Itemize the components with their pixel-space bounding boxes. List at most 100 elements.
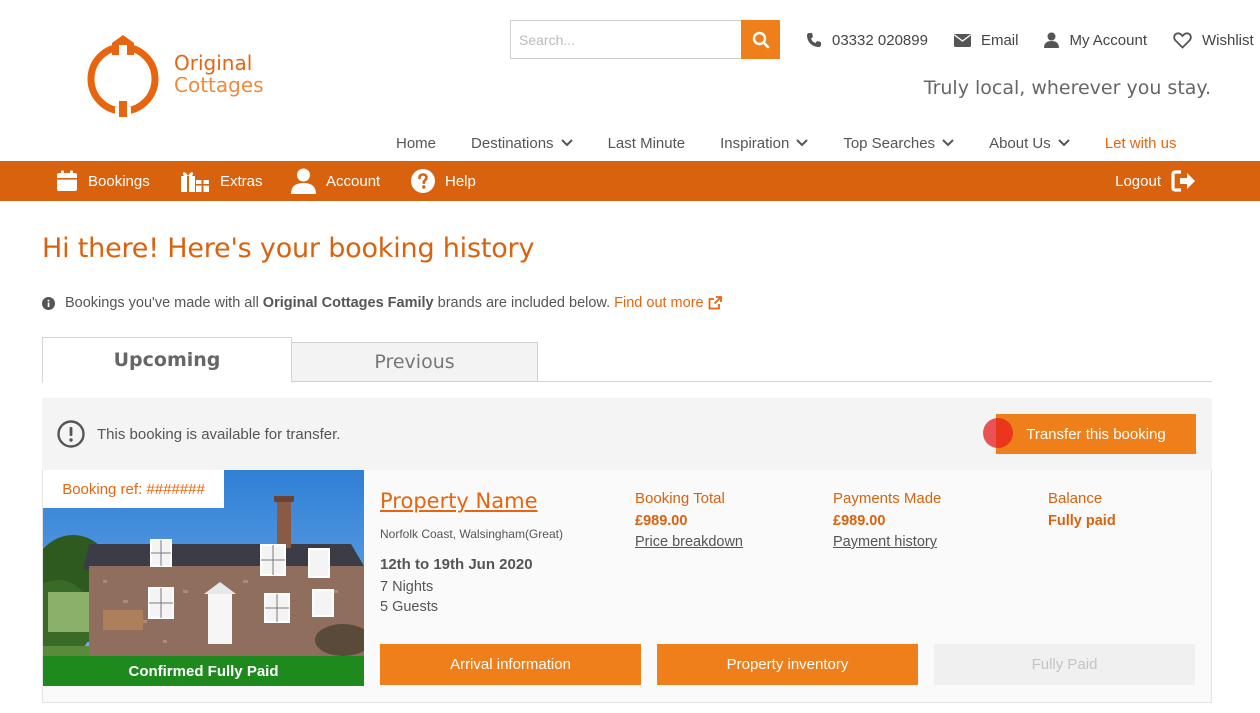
info-icon: [42, 296, 55, 310]
extras-label: Extras: [220, 172, 263, 190]
booking-status-badge: Confirmed Fully Paid: [43, 656, 364, 686]
main-nav: Home Destinations Last Minute Inspiratio…: [396, 132, 1176, 154]
tab-previous-label: Previous: [374, 351, 455, 373]
my-account-link[interactable]: My Account: [1044, 32, 1147, 49]
booking-dates: 12th to 19th Jun 2020: [380, 556, 533, 573]
brand-name-line2: Cottages: [174, 73, 264, 97]
cursor-click-marker: [983, 418, 1013, 448]
price-breakdown-link[interactable]: Price breakdown: [635, 534, 743, 550]
notice-prefix: Bookings you've made with all: [65, 295, 259, 311]
fully-paid-label: Fully Paid: [1031, 656, 1098, 673]
logout-link[interactable]: Logout: [1115, 161, 1196, 201]
payments-made-value: £989.00: [833, 513, 886, 529]
user-icon: [291, 168, 316, 194]
bookings-label: Bookings: [88, 172, 150, 190]
external-link-icon: [708, 296, 722, 310]
find-out-more-label: Find out more: [614, 295, 704, 311]
payments-made-label: Payments Made: [833, 490, 942, 507]
exclamation-circle-icon: [57, 420, 85, 448]
tab-previous[interactable]: Previous: [291, 342, 538, 382]
bookings-link[interactable]: Bookings: [56, 161, 150, 201]
top-links: 03332 020899 Email My Account Wishlist: [806, 29, 1254, 51]
booking-tabs: Previous Upcoming: [42, 337, 1212, 383]
notice-suffix: brands are included below.: [437, 295, 611, 311]
account-link[interactable]: Account: [291, 161, 380, 201]
phone-link[interactable]: 03332 020899: [806, 32, 928, 49]
transfer-notice: This booking is available for transfer. …: [42, 398, 1212, 470]
tab-upcoming[interactable]: Upcoming: [42, 337, 292, 383]
booking-total-column: Booking Total £989.00 Price breakdown: [635, 490, 743, 550]
phone-number: 03332 020899: [832, 31, 928, 49]
question-circle-icon: [411, 169, 435, 193]
transfer-booking-label: Transfer this booking: [1026, 425, 1166, 443]
help-link[interactable]: Help: [411, 161, 476, 201]
brand-name: Original Cottages: [174, 52, 264, 96]
family-brands-notice: Bookings you've made with all Original C…: [42, 295, 722, 311]
transfer-message-text: This booking is available for transfer.: [97, 425, 341, 443]
notice-brand: Original Cottages Family: [262, 295, 434, 311]
nav-last-minute-label: Last Minute: [607, 134, 686, 152]
payment-history-link[interactable]: Payment history: [833, 534, 941, 550]
booking-total-value: £989.00: [635, 513, 688, 529]
property-inventory-button[interactable]: Property inventory: [657, 644, 918, 685]
nav-top-searches[interactable]: Top Searches: [843, 135, 954, 152]
cottage-ring-logo-icon: [87, 35, 159, 117]
calendar-icon: [57, 170, 77, 191]
booking-ref-label: Booking ref: #######: [43, 470, 224, 508]
fully-paid-button: Fully Paid: [934, 644, 1195, 685]
nav-top-searches-label: Top Searches: [843, 134, 936, 152]
account-bar: Bookings Extras Account Help Logout: [0, 161, 1260, 201]
search-button[interactable]: [741, 20, 780, 59]
chevron-down-icon: [560, 139, 573, 147]
nav-let-with-us-label: Let with us: [1104, 134, 1177, 152]
arrival-information-label: Arrival information: [450, 656, 571, 673]
nav-destinations[interactable]: Destinations: [471, 135, 573, 152]
booking-guests: 5 Guests: [380, 599, 439, 615]
tagline: Truly local, wherever you stay.: [923, 77, 1211, 99]
property-location: Norfolk Coast, Walsingham(Great): [380, 527, 563, 541]
arrival-information-button[interactable]: Arrival information: [380, 644, 641, 685]
email-link[interactable]: Email: [953, 31, 1019, 49]
page-title: Hi there! Here's your booking history: [42, 233, 535, 264]
wishlist-link[interactable]: Wishlist: [1173, 32, 1254, 49]
heart-icon: [1173, 31, 1192, 49]
payments-made-column: Payments Made £989.00 Payment history: [833, 490, 941, 550]
nav-last-minute[interactable]: Last Minute: [608, 135, 686, 152]
nav-inspiration[interactable]: Inspiration: [720, 134, 809, 152]
booking-total-label: Booking Total: [635, 490, 725, 507]
search-input[interactable]: [510, 20, 741, 59]
envelope-icon: [953, 33, 971, 47]
brand-logo[interactable]: Original Cottages: [82, 24, 277, 124]
gifts-icon: [181, 172, 209, 192]
search-bar: [510, 20, 780, 59]
email-label: Email: [980, 31, 1019, 49]
wishlist-label: Wishlist: [1202, 31, 1254, 49]
tab-upcoming-label: Upcoming: [113, 349, 221, 371]
transfer-message: This booking is available for transfer.: [57, 420, 340, 448]
nav-let-with-us[interactable]: Let with us: [1105, 135, 1177, 152]
nav-home-label: Home: [396, 134, 437, 152]
brand-name-line1: Original: [174, 51, 253, 75]
find-out-more-link[interactable]: Find out more: [614, 295, 722, 311]
nav-inspiration-label: Inspiration: [720, 134, 790, 152]
my-account-label: My Account: [1069, 31, 1147, 49]
chevron-down-icon: [796, 139, 809, 147]
nav-about-us[interactable]: About Us: [989, 135, 1070, 152]
booking-nights: 7 Nights: [380, 579, 434, 595]
booking-card: Booking ref: ####### Confirmed Fully Pai…: [42, 470, 1212, 703]
chevron-down-icon: [1058, 139, 1070, 147]
balance-column: Balance Fully paid: [1048, 490, 1116, 534]
nav-home[interactable]: Home: [396, 135, 436, 152]
search-icon: [752, 31, 769, 48]
help-label: Help: [445, 172, 476, 190]
property-photo[interactable]: Booking ref: ####### Confirmed Fully Pai…: [43, 470, 364, 686]
phone-icon: [807, 33, 821, 47]
balance-value: Fully paid: [1048, 513, 1116, 529]
nav-about-us-label: About Us: [989, 134, 1051, 152]
chevron-down-icon: [942, 139, 954, 147]
extras-link[interactable]: Extras: [180, 161, 263, 201]
property-inventory-label: Property inventory: [726, 656, 849, 673]
sign-out-icon: [1171, 170, 1195, 192]
transfer-booking-button[interactable]: Transfer this booking: [996, 414, 1196, 454]
property-name-link[interactable]: Property Name: [380, 489, 538, 513]
